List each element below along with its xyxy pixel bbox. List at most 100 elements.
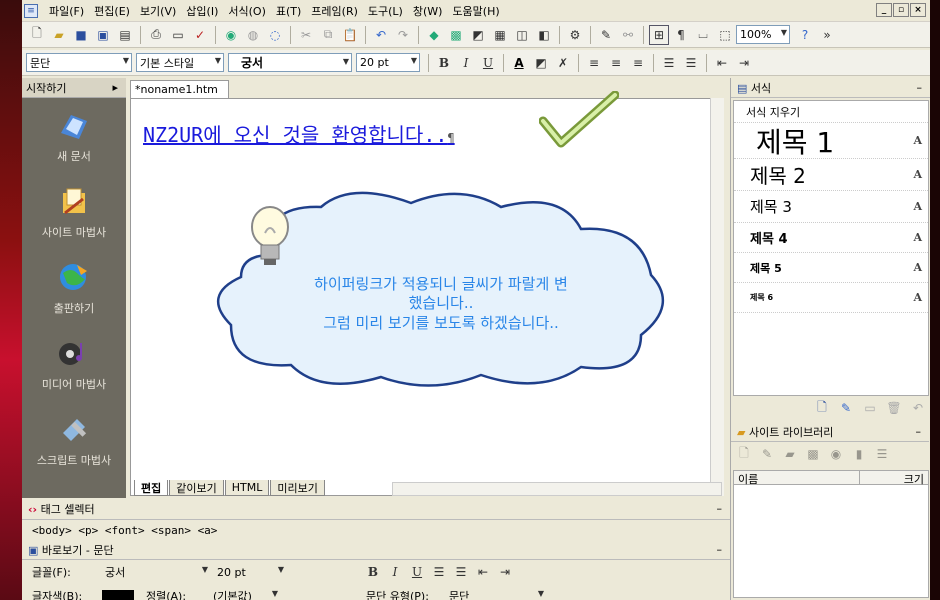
underline-icon[interactable]: U [478,53,498,73]
spellcheck-icon[interactable]: ✓ [190,25,210,45]
bold-icon[interactable]: B [363,562,383,582]
underline-icon[interactable]: U [407,562,427,582]
chart-icon[interactable]: ▮ [849,444,869,464]
menu-help[interactable]: 도움말(H) [447,1,504,21]
style-heading-4[interactable]: 제목 4A [734,223,928,253]
align-left-icon[interactable]: ≡ [584,53,604,73]
copy-icon[interactable]: ⧉ [318,25,338,45]
zoom-select[interactable]: 100% ▼ [736,25,790,44]
highlight-icon[interactable]: ◩ [531,53,551,73]
italic-icon[interactable]: I [456,53,476,73]
menu-view[interactable]: 보기(V) [135,1,181,21]
paragraph-select[interactable]: 문단 ▼ [26,53,132,72]
app-icon[interactable]: ≡ [24,3,38,18]
collapse-icon[interactable]: – [917,81,923,94]
editor-canvas[interactable]: NZ2UR에 오신 것을 환영합니다..¶ 하이퍼링크가 적용되니 글씨가 파랄… [130,91,722,496]
image-icon[interactable]: ▩ [803,444,823,464]
insert-frame-icon[interactable]: ◧ [534,25,554,45]
insert-layer-icon[interactable]: ◫ [512,25,532,45]
undo-style-icon[interactable]: ↶ [908,398,928,418]
bullet-list-icon[interactable]: ☰ [681,53,701,73]
menu-format[interactable]: 서식(O) [223,1,270,21]
new-style-icon[interactable]: 🗋 [812,398,832,418]
show-border-icon[interactable]: ⬚ [715,25,735,45]
new-document-item[interactable]: 새 문서 [22,98,126,174]
undo-icon[interactable]: ↶ [371,25,391,45]
print-icon[interactable]: ⎙ [146,25,166,45]
start-panel-header[interactable]: 시작하기 ▸ [22,78,126,98]
edit-icon[interactable]: ✎ [757,444,777,464]
prop-font-select[interactable]: 궁서 ▼ [102,563,210,582]
image-icon[interactable]: ▤ [115,25,135,45]
style-heading-6[interactable]: 제목 6A [734,283,928,313]
italic-icon[interactable]: I [385,562,405,582]
clear-format-icon[interactable]: ✗ [553,53,573,73]
globe-icon[interactable]: ◉ [221,25,241,45]
properties-icon[interactable]: ⚙ [565,25,585,45]
help-icon[interactable]: ? [795,25,815,45]
site-wizard-item[interactable]: 사이트 마법사 [22,174,126,250]
insert-form-icon[interactable]: ◩ [468,25,488,45]
font-select[interactable]: 궁서 ▼ [228,53,352,72]
save-all-icon[interactable]: ▣ [93,25,113,45]
open-folder-icon[interactable]: ▰ [49,25,69,45]
redo-icon[interactable]: ↷ [393,25,413,45]
unlink-icon[interactable]: ⚯ [618,25,638,45]
toolbar-overflow-icon[interactable]: » [817,25,837,45]
hyperlink-icon[interactable]: ◆ [424,25,444,45]
indent-icon[interactable]: ⇥ [495,562,515,582]
column-name[interactable]: 이름 [734,471,860,486]
style-heading-3[interactable]: 제목 3A [734,191,928,223]
tab-split[interactable]: 같이보기 [169,480,224,496]
font-color-swatch[interactable] [102,590,134,600]
folder-icon[interactable]: ▰ [780,444,800,464]
script-wizard-item[interactable]: 스크립트 마법사 [22,402,126,478]
show-invisible-icon[interactable]: ⌴ [693,25,713,45]
collapse-icon[interactable]: – [717,502,723,515]
editor-vertical-scrollbar[interactable] [710,98,724,496]
edit-style-icon[interactable]: ✎ [836,398,856,418]
new-file-icon[interactable]: 🗋 [27,25,47,45]
bullet-list-icon[interactable]: ☰ [451,562,471,582]
paragraph-mark-icon[interactable]: ¶ [671,25,691,45]
style-heading-2[interactable]: 제목 2A [734,159,928,191]
menu-file[interactable]: 파일(F) [44,1,89,21]
para-type-select[interactable]: 문단 ▼ [446,587,546,600]
style-heading-5[interactable]: 제목 5A [734,253,928,283]
collapse-icon[interactable]: – [717,543,723,556]
font-color-icon[interactable]: A [509,53,529,73]
insert-table-icon[interactable]: ▦ [490,25,510,45]
editor-horizontal-scrollbar[interactable] [392,482,722,496]
menu-insert[interactable]: 삽입(I) [181,1,223,21]
align-right-icon[interactable]: ≡ [628,53,648,73]
list-icon[interactable]: ☰ [872,444,892,464]
close-button[interactable]: × [910,3,926,17]
new-icon[interactable]: 🗋 [734,444,754,464]
delete-style-icon[interactable]: 🗑 [884,398,904,418]
rename-style-icon[interactable]: ▭ [860,398,880,418]
outdent-icon[interactable]: ⇤ [712,53,732,73]
show-table-icon[interactable]: ⊞ [649,24,669,45]
welcome-heading-link[interactable]: NZ2UR에 오신 것을 환영합니다..¶ [143,119,455,148]
media-wizard-item[interactable]: 미디어 마법사 [22,326,126,402]
edit-link-icon[interactable]: ✎ [596,25,616,45]
menu-tools[interactable]: 도구(L) [363,1,408,21]
style-heading-1[interactable]: 제목 1A [734,123,928,159]
align-center-icon[interactable]: ≡ [606,53,626,73]
refresh-icon[interactable]: ◌ [265,25,285,45]
collapse-icon[interactable]: – [916,425,922,438]
tab-preview[interactable]: 미리보기 [270,480,325,496]
indent-icon[interactable]: ⇥ [734,53,754,73]
restore-button[interactable]: ▫ [893,3,909,17]
outdent-icon[interactable]: ⇤ [473,562,493,582]
cut-icon[interactable]: ✂ [296,25,316,45]
media-icon[interactable]: ◉ [826,444,846,464]
bold-icon[interactable]: B [434,53,454,73]
document-tab[interactable]: *noname1.htm [130,80,229,98]
tab-html[interactable]: HTML [224,480,270,496]
prop-size-select[interactable]: 20 pt ▼ [214,563,286,582]
paste-icon[interactable]: 📋 [340,25,360,45]
insert-image-icon[interactable]: ▩ [446,25,466,45]
numbered-list-icon[interactable]: ☰ [659,53,679,73]
menu-window[interactable]: 창(W) [408,1,448,21]
